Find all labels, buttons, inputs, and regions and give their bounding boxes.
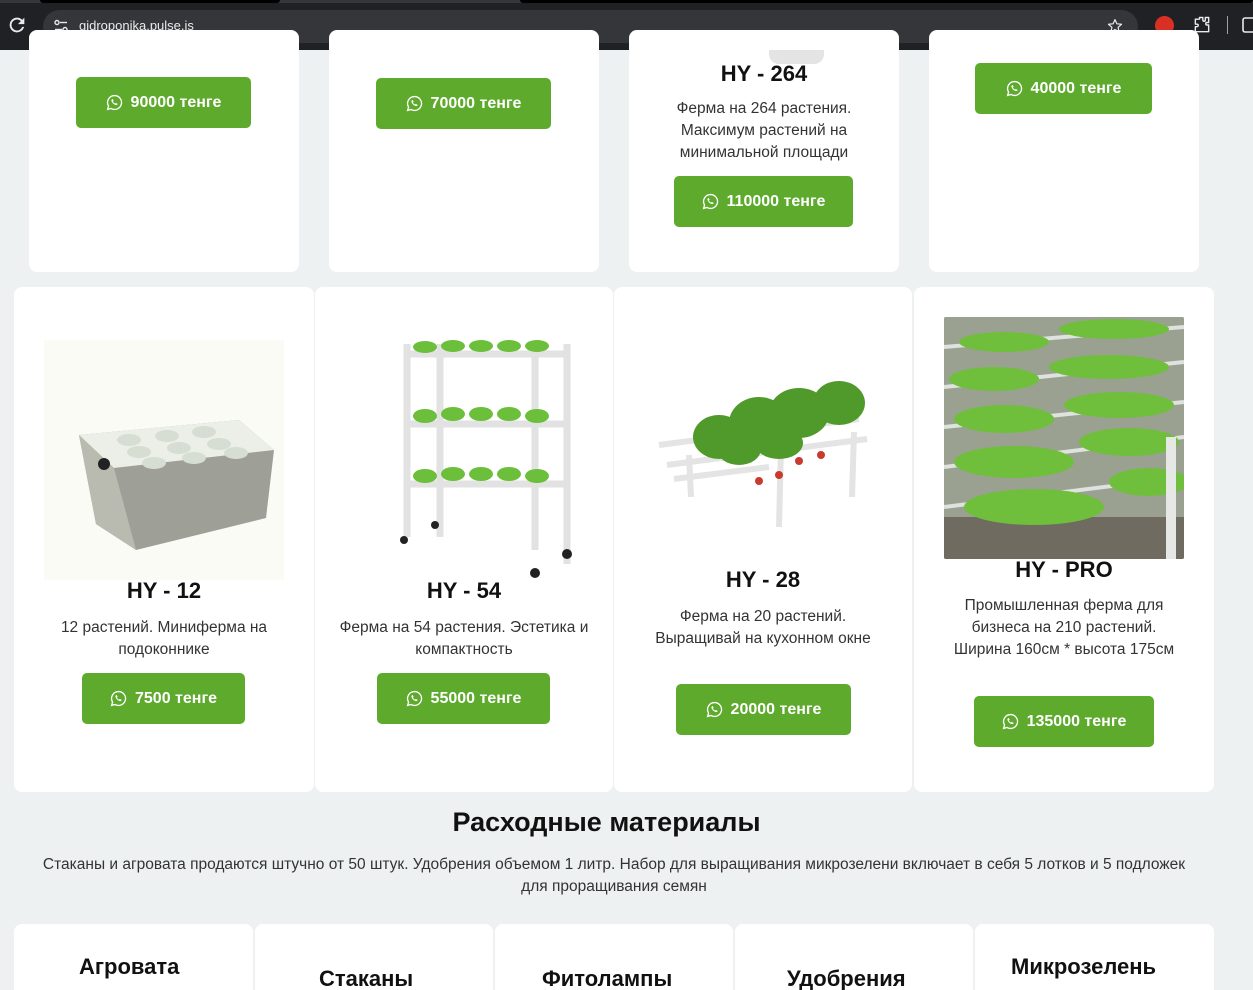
price-button[interactable]: 20000 тенге bbox=[676, 684, 851, 735]
price-label: 135000 тенге bbox=[1026, 712, 1127, 730]
product-card: HY - 54 Ферма на 54 растения. Эстетика и… bbox=[315, 287, 613, 792]
whatsapp-icon bbox=[1002, 713, 1019, 730]
category-title: Микрозелень bbox=[1011, 954, 1157, 979]
product-card: 90000 тенге bbox=[29, 30, 299, 272]
product-title: HY - 12 bbox=[126, 578, 202, 603]
price-label: 7500 тенге bbox=[135, 689, 217, 707]
category-card[interactable]: Микрозелень bbox=[975, 924, 1214, 990]
product-card: HY - PRO Промышленная ферма для бизнеса … bbox=[914, 287, 1214, 792]
category-title: Удобрения bbox=[787, 966, 906, 990]
whatsapp-icon bbox=[406, 690, 423, 707]
price-label: 20000 тенге bbox=[730, 700, 822, 718]
tab-strip bbox=[0, 0, 1253, 3]
product-card: HY - 28 Ферма на 20 растений. Выращивай … bbox=[614, 287, 912, 792]
price-label: 110000 тенге bbox=[726, 192, 826, 210]
price-button[interactable]: 135000 тенге bbox=[974, 696, 1154, 747]
product-title: HY - 54 bbox=[426, 578, 502, 603]
product-description: Ферма на 54 растения. Эстетика и компакт… bbox=[339, 619, 589, 658]
category-card[interactable]: Агровата bbox=[14, 924, 253, 990]
whatsapp-icon bbox=[106, 94, 123, 111]
category-card[interactable]: Фитолампы bbox=[495, 924, 733, 990]
product-image bbox=[649, 357, 879, 562]
category-title: Агровата bbox=[79, 954, 180, 979]
product-card: HY - 264 Ферма на 264 растения. Максимум… bbox=[629, 30, 899, 272]
tab-right[interactable] bbox=[520, 0, 1253, 3]
price-label: 70000 тенге bbox=[430, 94, 522, 112]
product-title: HY - 264 bbox=[720, 61, 808, 86]
price-button[interactable]: 7500 тенге bbox=[82, 673, 245, 724]
category-card[interactable]: Стаканы bbox=[255, 924, 493, 990]
product-description: Промышленная ферма для бизнеса на 210 ра… bbox=[953, 597, 1175, 658]
price-label: 90000 тенге bbox=[130, 93, 222, 111]
category-title: Стаканы bbox=[319, 966, 414, 990]
price-button[interactable]: 55000 тенге bbox=[377, 673, 550, 724]
product-card: 40000 тенге bbox=[929, 30, 1199, 272]
product-description: 12 растений. Миниферма на подоконнике bbox=[60, 619, 268, 658]
price-label: 40000 тенге bbox=[1030, 79, 1122, 97]
whatsapp-icon bbox=[1006, 80, 1023, 97]
reload-icon[interactable] bbox=[6, 14, 28, 36]
price-button[interactable]: 90000 тенге bbox=[76, 77, 251, 128]
category-card[interactable]: Удобрения bbox=[735, 924, 973, 990]
price-label: 55000 тенге bbox=[430, 689, 522, 707]
price-button[interactable]: 70000 тенге bbox=[376, 78, 551, 129]
product-card: HY - 12 12 растений. Миниферма на подоко… bbox=[14, 287, 314, 792]
product-image bbox=[44, 340, 284, 580]
whatsapp-icon bbox=[702, 193, 719, 210]
tab-left[interactable] bbox=[40, 0, 280, 3]
product-card: 70000 тенге bbox=[329, 30, 599, 272]
product-image bbox=[345, 332, 585, 582]
whatsapp-icon bbox=[110, 690, 127, 707]
product-description: Ферма на 20 растений. Выращивай на кухон… bbox=[655, 608, 871, 647]
product-description: Ферма на 264 растения. Максимум растений… bbox=[676, 100, 852, 161]
product-title: HY - 28 bbox=[725, 567, 801, 592]
price-button[interactable]: 110000 тенге bbox=[674, 176, 853, 227]
section-title: Расходные материалы bbox=[452, 807, 761, 837]
profile-icon[interactable] bbox=[1241, 15, 1253, 35]
product-title: HY - PRO bbox=[1015, 557, 1113, 582]
product-image bbox=[944, 317, 1184, 559]
category-title: Фитолампы bbox=[542, 966, 673, 990]
whatsapp-icon bbox=[706, 701, 723, 718]
price-button[interactable]: 40000 тенге bbox=[975, 63, 1152, 114]
whatsapp-icon bbox=[406, 95, 423, 112]
toolbar-divider bbox=[1227, 16, 1228, 34]
section-description: Стаканы и агровата продаются штучно от 5… bbox=[42, 856, 1186, 895]
